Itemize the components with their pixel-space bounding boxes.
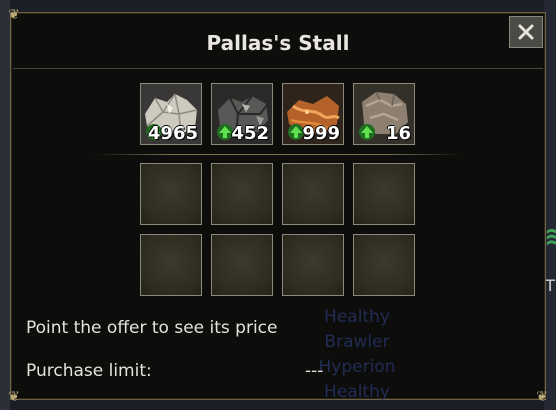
offer-quantity: 452 <box>231 123 269 144</box>
offer-slot-1[interactable]: 4965 <box>140 83 202 145</box>
empty-slot[interactable] <box>140 163 202 225</box>
corner-ornament-icon: ❦ <box>8 389 20 405</box>
purchase-limit-label: Purchase limit: <box>26 361 152 381</box>
title-divider <box>13 68 543 69</box>
purchase-limit-value: --- <box>305 361 324 381</box>
nameplate-line: Healthy <box>324 382 390 402</box>
empty-slot[interactable] <box>211 234 273 296</box>
nameplate-line: Healthy <box>324 307 390 327</box>
background-nameplate: Healthy Brawler Hyperion Healthy <box>307 305 407 405</box>
empty-slot[interactable] <box>211 163 273 225</box>
empty-slot[interactable] <box>353 163 415 225</box>
close-icon <box>518 24 534 40</box>
upgrade-arrow-icon <box>359 124 375 140</box>
close-button[interactable] <box>509 16 543 48</box>
game-world-left <box>0 0 10 410</box>
offer-quantity: 999 <box>302 123 340 144</box>
nameplate-line: Brawler <box>324 332 390 352</box>
offer-slot-2[interactable]: 452 <box>211 83 273 145</box>
empty-slot[interactable] <box>140 234 202 296</box>
empty-slot[interactable] <box>282 163 344 225</box>
price-hint: Point the offer to see its price <box>26 318 278 338</box>
stall-window: ❦ ❦ ❦ Pallas's Stall 4965 452 999 16 Hea… <box>8 7 548 405</box>
offer-slot-3[interactable]: 999 <box>282 83 344 145</box>
offers-divider <box>95 154 463 155</box>
offer-quantity: 16 <box>385 123 411 144</box>
corner-ornament-icon: ❦ <box>536 389 548 405</box>
offer-quantity: 4965 <box>147 123 198 144</box>
empty-slot[interactable] <box>353 234 415 296</box>
corner-ornament-icon: ❦ <box>8 7 20 23</box>
background-label: T <box>545 276 555 295</box>
offer-slot-4[interactable]: 16 <box>353 83 415 145</box>
window-title: Pallas's Stall <box>206 31 350 55</box>
empty-slot[interactable] <box>282 234 344 296</box>
